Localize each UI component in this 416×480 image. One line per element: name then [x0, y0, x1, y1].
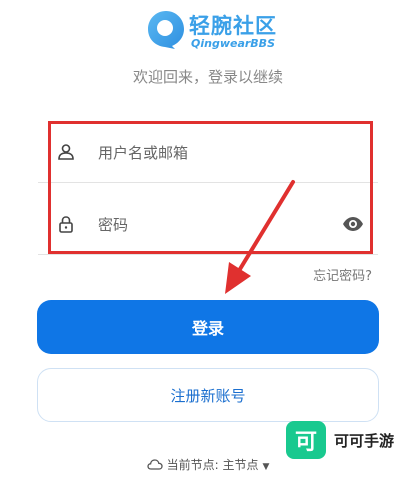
app-logo: 轻腕社区 QingwearBBS — [145, 6, 285, 56]
user-icon — [58, 144, 74, 160]
brand-subtitle: QingwearBBS — [191, 37, 275, 50]
password-placeholder: 密码 — [98, 216, 129, 234]
caret-down-icon: ▼ — [262, 462, 270, 472]
annotation-arrow-icon — [225, 180, 295, 294]
watermark-text: 可可手游 — [334, 432, 395, 450]
cloud-icon — [146, 459, 163, 470]
username-field[interactable]: 用户名或邮箱 — [38, 124, 378, 183]
username-placeholder: 用户名或邮箱 — [98, 144, 189, 162]
node-selector[interactable]: 当前节点: 主节点 ▼ — [0, 456, 416, 473]
brand-title: 轻腕社区 — [189, 14, 277, 38]
watermark-badge: 可 — [286, 421, 326, 459]
logo-bubble-icon — [148, 11, 184, 49]
password-field[interactable]: 密码 — [38, 196, 378, 255]
eye-icon[interactable] — [342, 214, 364, 234]
welcome-text: 欢迎回来，登录以继续 — [132, 68, 283, 86]
node-label: 当前节点: 主节点 — [166, 458, 259, 472]
forgot-password-link[interactable]: 忘记密码? — [313, 265, 372, 284]
login-button[interactable]: 登录 — [37, 300, 379, 354]
watermark: 可 可可手游 — [286, 421, 416, 461]
register-button[interactable]: 注册新账号 — [37, 368, 379, 422]
lock-icon — [59, 216, 73, 233]
